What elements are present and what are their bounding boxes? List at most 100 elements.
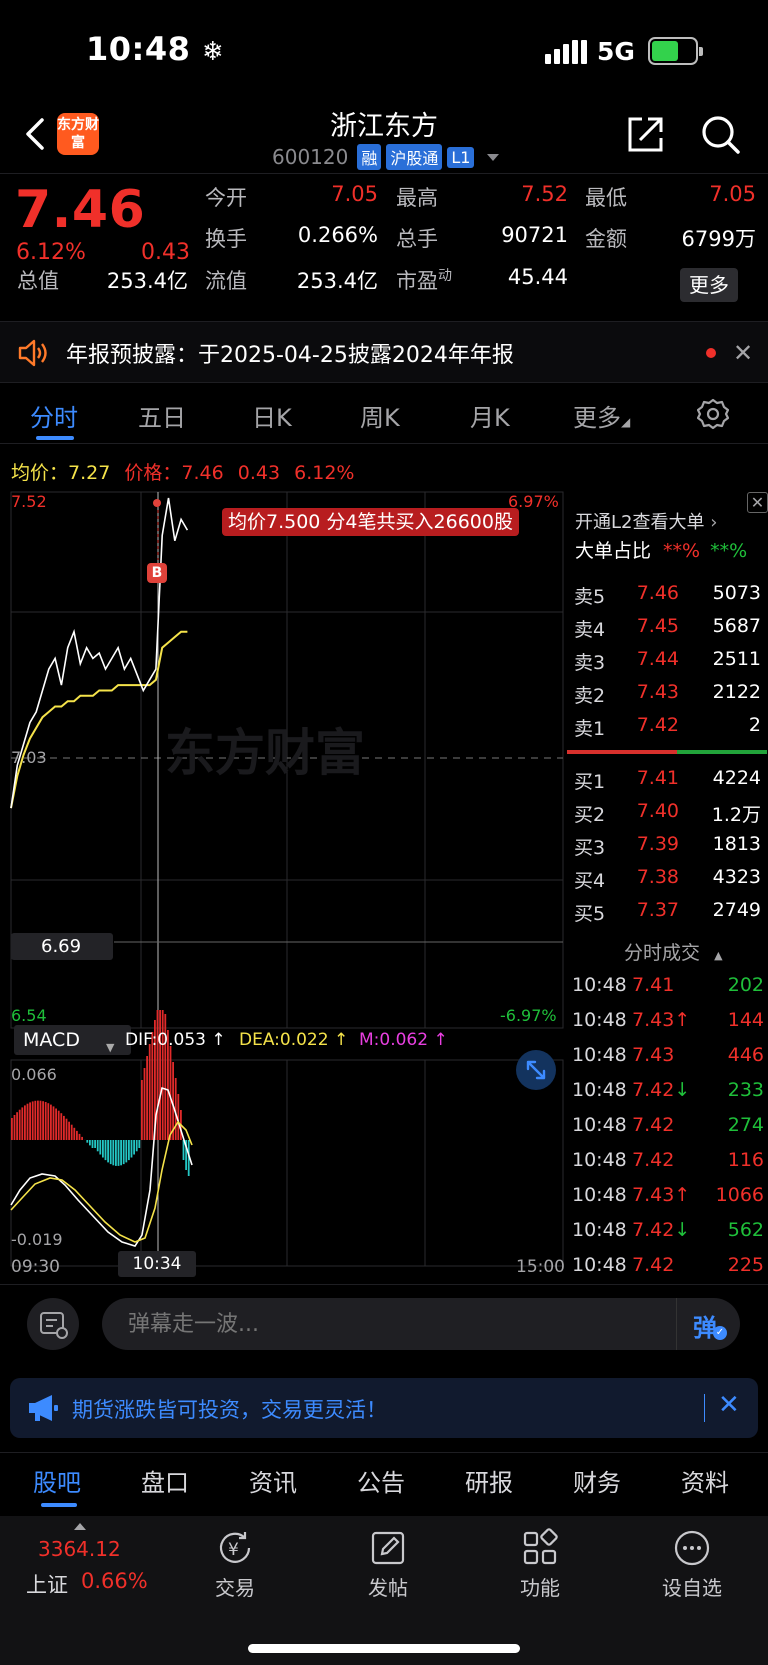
watermark: 东方财富: [165, 724, 365, 782]
home-indicator: [248, 1644, 520, 1653]
macd-bottom-label: -0.019: [11, 1230, 63, 1249]
danmu-settings-button[interactable]: [27, 1298, 79, 1350]
intraday-chart[interactable]: 东方财富: [0, 490, 566, 1280]
macd-bar: [44, 1102, 47, 1140]
caret-down-icon: [487, 153, 500, 161]
bottom-toolbar: 3364.12 上证 0.66% ¥ 交易 发帖 功能 设自选: [0, 1516, 768, 1665]
buy-4-row[interactable]: 买4 7.38 4323: [574, 864, 764, 894]
tab-news[interactable]: 资讯: [249, 1463, 297, 1498]
macd-bar: [68, 1121, 70, 1140]
sell-1-row[interactable]: 卖1 7.42 2: [574, 712, 764, 742]
macd-bar: [94, 1140, 96, 1148]
mktcap-label: 总值: [17, 269, 59, 293]
sell-4-row[interactable]: 卖4 7.45 5687: [574, 613, 764, 643]
tab-research[interactable]: 研报: [465, 1463, 513, 1498]
functions-button[interactable]: 功能: [490, 1528, 590, 1601]
macd-bar: [73, 1127, 76, 1140]
close-icon[interactable]: ✕: [718, 1390, 740, 1420]
more-button[interactable]: 更多: [680, 268, 738, 302]
trade-button[interactable]: ¥ 交易: [185, 1528, 285, 1601]
tab-profile[interactable]: 资料: [681, 1463, 729, 1498]
l2-link[interactable]: 开通L2查看大单 ›: [575, 508, 717, 534]
expand-button[interactable]: [516, 1050, 556, 1090]
battery-icon: [648, 37, 703, 65]
macd-bar: [104, 1140, 107, 1161]
macd-bar: [109, 1140, 112, 1165]
post-button[interactable]: 发帖: [338, 1528, 438, 1601]
notice-bar[interactable]: 年报预披露：于2025-04-25披露2024年年报 ✕: [0, 321, 768, 383]
macd-bar: [78, 1133, 81, 1140]
caret-up-icon: ▲: [714, 949, 723, 962]
ticks-title[interactable]: 分时成交 ▲: [624, 938, 723, 965]
macd-selector[interactable]: MACD ▼: [14, 1025, 131, 1055]
gear-icon[interactable]: [697, 398, 729, 430]
promo-text: 期货涨跌皆可投资，交易更灵活！: [72, 1398, 387, 1422]
tab-intraday[interactable]: 分时: [30, 398, 78, 433]
caret-down-icon: ▼: [106, 1041, 115, 1054]
stock-header: 东方财富 浙江东方 600120 融 沪股通 L1: [0, 100, 768, 174]
volume-label: 总手: [396, 227, 438, 251]
trade-point: [153, 499, 161, 507]
macd-bar: [39, 1100, 42, 1140]
macd-bar: [60, 1113, 63, 1140]
check-badge-icon: ✓: [713, 1326, 727, 1340]
stock-subline[interactable]: 600120 融 沪股通 L1: [272, 144, 500, 170]
macd-bar: [55, 1108, 57, 1140]
macd-bar: [18, 1109, 21, 1140]
avg-label: 均价：: [11, 462, 69, 484]
macd-bar: [47, 1103, 50, 1140]
pct-value: 6.12%: [294, 462, 355, 484]
macd-bar: [31, 1101, 34, 1140]
sell-5-row[interactable]: 卖5 7.46 5073: [574, 580, 764, 610]
macd-bar: [34, 1100, 37, 1140]
search-icon[interactable]: [700, 114, 742, 156]
tab-announcements[interactable]: 公告: [357, 1463, 405, 1498]
open-value: 7.05: [331, 182, 378, 206]
tab-daily-k[interactable]: 日K: [252, 398, 292, 433]
open-label: 今开: [205, 186, 247, 210]
buy-marker[interactable]: B: [147, 563, 167, 583]
tick-row: 10:48 7.42↓ 562: [572, 1219, 764, 1241]
add-watchlist-button[interactable]: 设自选: [642, 1528, 742, 1601]
macd-bar: [70, 1124, 73, 1140]
active-tab-indicator: [36, 436, 74, 440]
promo-banner[interactable]: 期货涨跌皆可投资，交易更灵活！ ✕: [10, 1378, 758, 1438]
macd-bar: [96, 1140, 99, 1152]
danmu-icon: 弹: [693, 1314, 717, 1342]
tab-finance[interactable]: 财务: [573, 1463, 621, 1498]
macd-bar: [107, 1140, 109, 1163]
notice-text: 年报预披露：于2025-04-25披露2024年年报: [66, 343, 514, 368]
macd-bar: [138, 1140, 141, 1148]
buy-3-row[interactable]: 买3 7.39 1813: [574, 831, 764, 861]
buy-2-row[interactable]: 买2 7.40 1.2万: [574, 798, 764, 828]
share-icon[interactable]: [626, 114, 666, 154]
index-value: 3364.12: [38, 1537, 121, 1561]
macd-bar: [65, 1118, 68, 1140]
y-mid-label: 7.03: [11, 748, 47, 767]
high-label: 最高: [396, 186, 438, 210]
buy-5-row[interactable]: 买5 7.37 2749: [574, 897, 764, 927]
tab-more[interactable]: 更多◢: [573, 398, 630, 433]
tab-monthly-k[interactable]: 月K: [470, 398, 510, 433]
float-value: 253.4亿: [296, 269, 378, 293]
m-value: M:0.062 ↑: [359, 1030, 448, 1050]
tab-five-day[interactable]: 五日: [138, 398, 186, 433]
amount-value: 6799万: [681, 227, 756, 251]
sell-2-row[interactable]: 卖2 7.43 2122: [574, 679, 764, 709]
change-amount: 0.43: [141, 240, 190, 265]
danmu-toggle-button[interactable]: 弹 ✓: [676, 1298, 740, 1350]
y-top-pct-label: 6.97%: [508, 492, 559, 511]
tick-row: 10:48 7.42 274: [572, 1114, 764, 1136]
y-top-label: 7.52: [11, 492, 47, 511]
buy-1-row[interactable]: 买1 7.41 4224: [574, 765, 764, 795]
tab-order-book[interactable]: 盘口: [141, 1463, 189, 1498]
close-icon[interactable]: ✕: [747, 492, 768, 513]
tab-forum[interactable]: 股吧: [33, 1463, 81, 1498]
tab-weekly-k[interactable]: 周K: [360, 398, 400, 433]
danmu-input[interactable]: [102, 1298, 740, 1350]
unread-dot: [706, 348, 716, 358]
macd-bar: [91, 1140, 94, 1148]
sell-3-row[interactable]: 卖3 7.44 2511: [574, 646, 764, 676]
megaphone-icon: [29, 1395, 58, 1421]
close-icon[interactable]: ✕: [733, 339, 753, 367]
